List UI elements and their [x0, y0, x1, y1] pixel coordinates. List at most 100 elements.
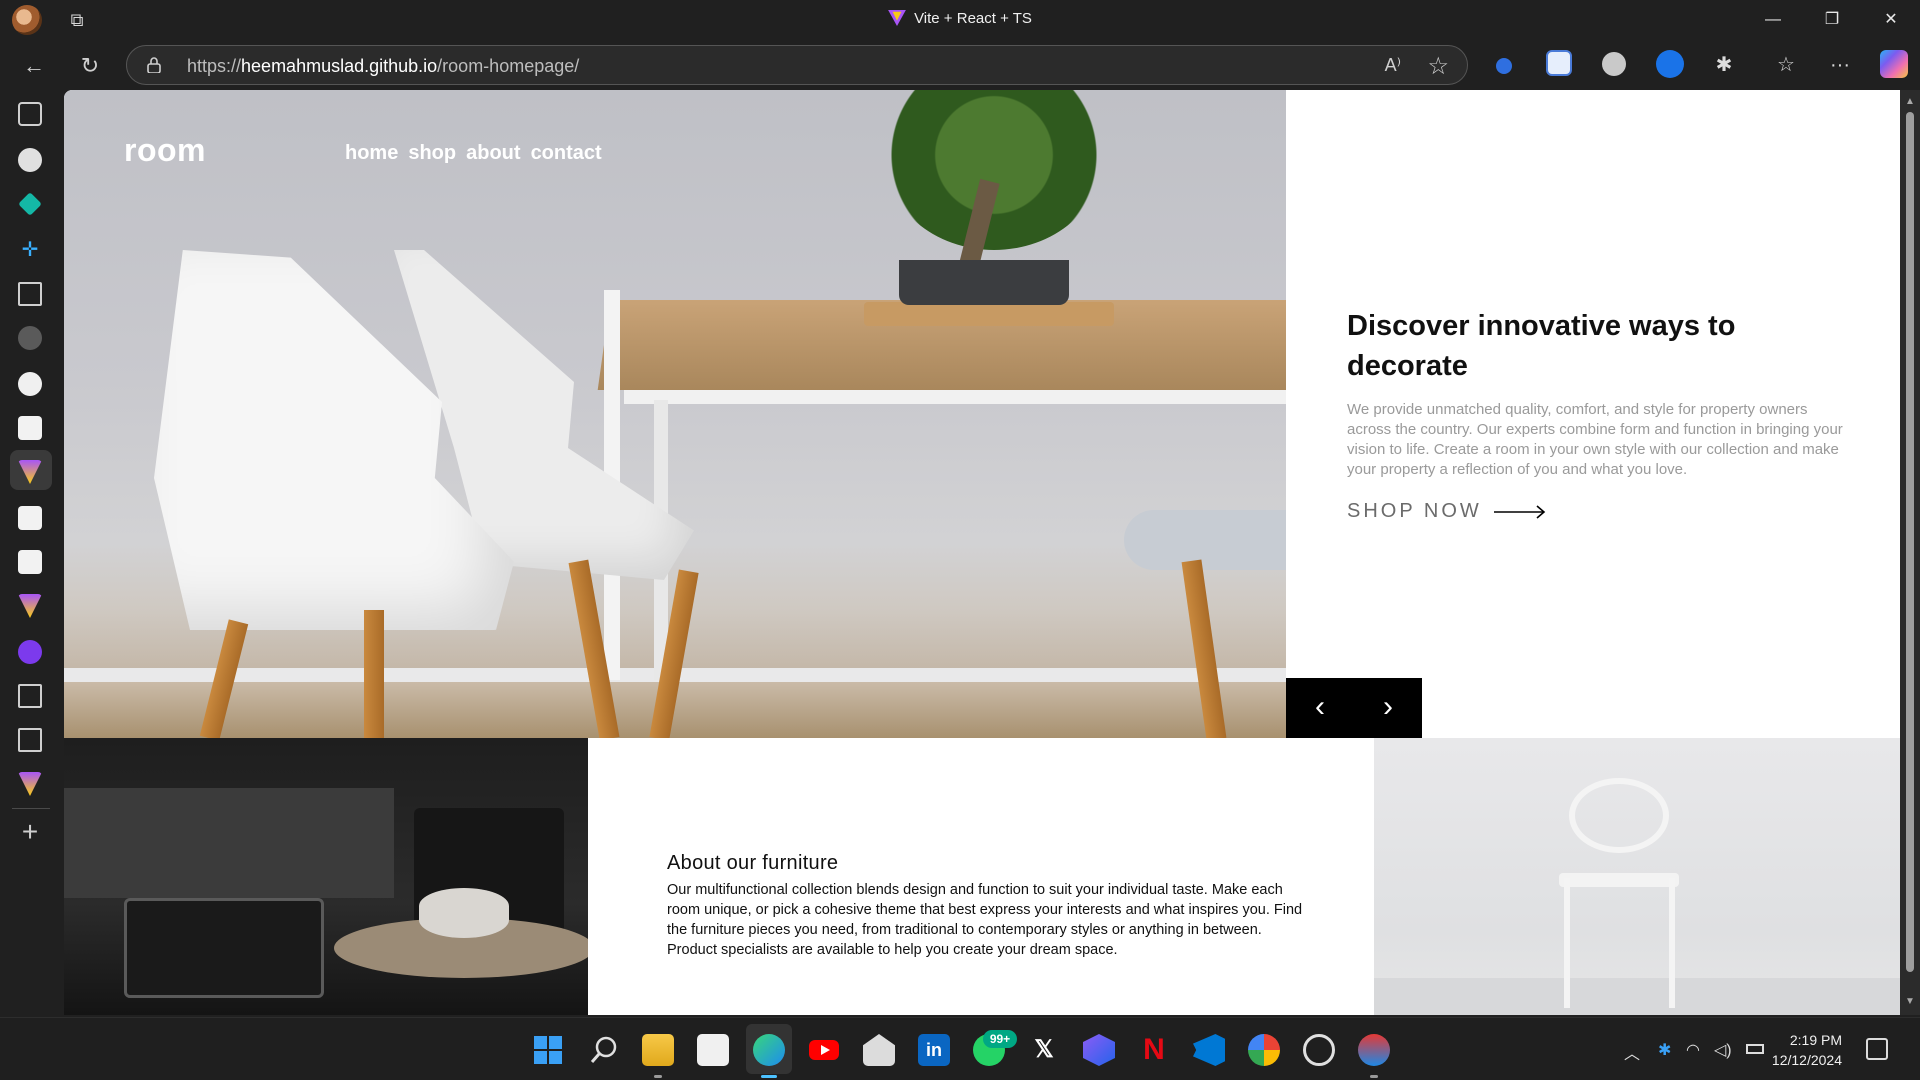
netflix-icon[interactable]: N — [1138, 1034, 1170, 1066]
mail-icon[interactable] — [863, 1034, 895, 1066]
light-floor — [1374, 978, 1900, 1015]
about-dark-image — [64, 738, 588, 1015]
windows-taskbar: in 99+ 𝕏 N ︿ ✱ ◠ ◁) 2:19 PM 12/12/2024 — [0, 1017, 1920, 1080]
clock-date: 12/12/2024 — [1771, 1052, 1842, 1068]
nav-contact[interactable]: contact — [531, 142, 602, 165]
chatgpt-app-icon[interactable] — [1303, 1034, 1335, 1066]
close-button[interactable]: ✕ — [1862, 0, 1920, 40]
snipping-tool-icon[interactable] — [1358, 1034, 1390, 1066]
wifi-icon[interactable]: ◠ — [1686, 1040, 1700, 1060]
dark-bowl — [419, 888, 509, 938]
extension-blue-dot-icon[interactable] — [1496, 58, 1512, 74]
slider-controls: ‹ › — [1286, 678, 1422, 738]
hero-description: We provide unmatched quality, comfort, a… — [1347, 401, 1843, 478]
hero-bonsai-pot — [899, 260, 1069, 305]
vite-tab-icon-3[interactable] — [18, 772, 42, 796]
nav-shop[interactable]: shop — [408, 142, 456, 165]
nav-home[interactable]: home — [345, 142, 398, 165]
new-tab-plus-icon[interactable]: + — [16, 818, 44, 846]
volume-icon[interactable]: ◁) — [1714, 1040, 1732, 1060]
url-text[interactable]: https://heemahmuslad.github.io/room-home… — [187, 56, 579, 77]
slider-prev-button[interactable]: ‹ — [1286, 678, 1354, 738]
shop-now-link[interactable]: SHOP NOW — [1347, 500, 1546, 523]
shop-now-label: SHOP NOW — [1347, 500, 1482, 522]
address-bar[interactable]: https://heemahmuslad.github.io/room-home… — [126, 45, 1468, 85]
page-tab-icon-3[interactable] — [18, 550, 42, 574]
app-tab-icon-teal[interactable] — [18, 192, 42, 216]
photos-icon[interactable] — [1248, 1034, 1280, 1066]
extension-editor-icon[interactable] — [1546, 50, 1572, 76]
system-clock[interactable]: 2:19 PM 12/12/2024 — [1768, 1030, 1842, 1070]
about-light-image — [1374, 738, 1900, 1015]
about-section: About our furniture Our multifunctional … — [588, 738, 1374, 1015]
app-hex-icon[interactable] — [1083, 1034, 1115, 1066]
extensions-puzzle-icon[interactable]: ✱ — [1708, 49, 1740, 81]
search-icon[interactable] — [588, 1034, 620, 1066]
copilot-icon[interactable] — [1880, 50, 1908, 78]
read-aloud-icon[interactable]: A⁾ — [1385, 55, 1401, 76]
running-indicator — [1370, 1075, 1378, 1078]
battery-icon[interactable] — [1746, 1044, 1764, 1054]
scrollbar-thumb[interactable] — [1906, 112, 1914, 972]
linkedin-icon[interactable]: in — [918, 1034, 950, 1066]
extension-owl-icon[interactable] — [1602, 52, 1626, 76]
arrow-right-icon — [1493, 504, 1545, 519]
url-prefix: https:// — [187, 56, 242, 76]
youtube-icon[interactable] — [808, 1034, 840, 1066]
nav-about[interactable]: about — [466, 142, 520, 165]
page-scrollbar[interactable]: ▲ ▼ — [1900, 90, 1920, 1015]
restore-button[interactable]: ❐ — [1803, 0, 1861, 40]
refresh-button[interactable]: ↻ — [74, 50, 106, 82]
file-tab-icon[interactable] — [18, 684, 42, 708]
lock-icon[interactable] — [147, 57, 161, 73]
hero-table-edge — [624, 390, 1286, 404]
app-tab-icon-triangle[interactable] — [18, 372, 42, 396]
page-tab-icon-1[interactable] — [18, 416, 42, 440]
slider-next-button[interactable]: › — [1354, 678, 1422, 738]
hero-title: Discover innovative ways to decorate — [1347, 310, 1736, 382]
globe-tab-icon[interactable] — [18, 326, 42, 350]
show-hidden-icons-chevron[interactable]: ︿ — [1624, 1040, 1640, 1064]
file-explorer-icon[interactable] — [642, 1034, 674, 1066]
bluetooth-icon[interactable]: ✱ — [1658, 1040, 1671, 1060]
app-tab-icon-plus[interactable]: ✛ — [18, 238, 42, 262]
url-path: /room-homepage/ — [437, 56, 580, 76]
minimize-button[interactable]: — — [1744, 0, 1802, 40]
site-logo[interactable]: room — [124, 132, 206, 169]
edge-browser-icon[interactable] — [753, 1034, 785, 1066]
hero-image — [64, 90, 1286, 738]
vscode-icon[interactable] — [1193, 1034, 1225, 1066]
whatsapp-unread-badge: 99+ — [983, 1030, 1017, 1048]
scroll-up-arrow[interactable]: ▲ — [1904, 96, 1916, 108]
chatgpt-tab-icon[interactable] — [18, 148, 42, 172]
clock-time: 2:19 PM — [1789, 1032, 1842, 1048]
favorite-star-icon[interactable]: ☆ — [1427, 52, 1449, 81]
page-viewport: room home shop about contact Discover in… — [64, 90, 1900, 1015]
document-tab-icon-2[interactable] — [18, 728, 42, 752]
app-tab-icon-purple[interactable] — [18, 640, 42, 664]
light-chair-leg — [1669, 878, 1675, 1008]
x-twitter-icon[interactable]: 𝕏 — [1028, 1034, 1060, 1066]
more-menu-button[interactable]: ··· — [1824, 49, 1856, 81]
light-chair-back — [1569, 778, 1669, 853]
light-chair-seat — [1559, 873, 1679, 887]
extension-fi-icon[interactable] — [1656, 50, 1684, 78]
url-domain: heemahmuslad.github.io — [241, 56, 438, 76]
hero-chair-leg — [364, 610, 384, 738]
window-title: Vite + React + TS — [914, 10, 1032, 27]
document-tab-icon[interactable] — [18, 282, 42, 306]
favorites-list-icon[interactable]: ☆ — [1770, 49, 1802, 81]
running-indicator — [654, 1075, 662, 1078]
windows-start-icon[interactable] — [532, 1034, 564, 1066]
scroll-down-arrow[interactable]: ▼ — [1904, 996, 1916, 1008]
notification-center-icon[interactable] — [1866, 1038, 1888, 1060]
vite-tab-icon-2[interactable] — [18, 594, 42, 618]
vite-logo-icon — [888, 10, 906, 26]
page-tab-icon-2[interactable] — [18, 506, 42, 530]
back-button[interactable]: ← — [18, 50, 50, 82]
window-title-container: Vite + React + TS — [0, 10, 1920, 27]
microsoft-store-icon[interactable] — [697, 1034, 729, 1066]
tab-actions-icon[interactable] — [18, 102, 42, 126]
hero-chair-right — [1124, 510, 1286, 570]
window-titlebar: ⧉ Vite + React + TS — ❐ ✕ — [0, 0, 1920, 40]
